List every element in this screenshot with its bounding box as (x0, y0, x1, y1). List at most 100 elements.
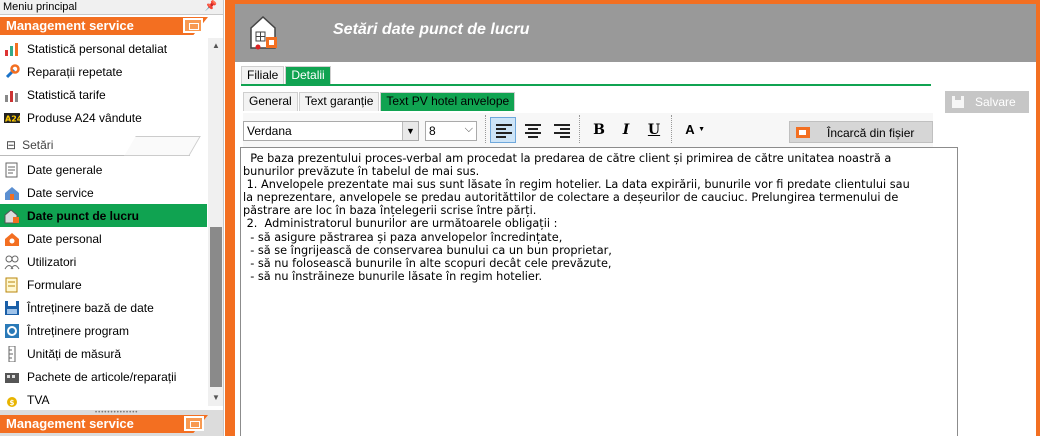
editor-line: - să nu folosească bunurile în alte scop… (243, 256, 612, 270)
page-title: Setări date punct de lucru (333, 21, 530, 38)
nav-item-produse-a24[interactable]: A24 Produse A24 vândute (0, 106, 207, 129)
nav-item-label: Statistică tarife (27, 87, 106, 102)
database-icon (4, 300, 20, 316)
editor-line: 2. Administratorul bunurilor are următoa… (243, 217, 558, 231)
nav-item-formulare[interactable]: Formulare (0, 273, 207, 296)
align-center-icon (525, 124, 541, 138)
main-area: Setări date punct de lucru Filiale Detal… (225, 0, 1040, 436)
italic-icon: I (622, 122, 630, 138)
pin-icon[interactable]: 📌 (205, 0, 217, 14)
tariff-chart-icon (4, 87, 20, 103)
collapse-icon: ⊟ (6, 138, 17, 152)
a24-icon: A24 (4, 110, 23, 126)
font-size-value: 8 (429, 124, 436, 138)
text-editor[interactable]: Pe baza prezentului proces-verbal am pro… (240, 147, 958, 436)
toolbar-separator (671, 115, 673, 143)
editor-line: - să nu înstrăineze bunurile lăsate în r… (243, 269, 543, 283)
nav-item-label: TVA (27, 392, 50, 407)
group-header-management-service-bottom[interactable]: Management service (0, 413, 223, 435)
load-from-file-label: Încarcă din fișier (827, 126, 915, 140)
tabs-level1: Filiale Detalii (241, 66, 332, 84)
save-button[interactable]: Salvare (945, 91, 1029, 113)
general-data-icon (4, 162, 20, 178)
tab-general[interactable]: General (243, 92, 298, 111)
group-title: Management service (6, 18, 134, 33)
nav-item-reparatii-repetate[interactable]: Reparații repetate (0, 60, 207, 83)
tab-detalii[interactable]: Detalii (285, 66, 331, 84)
forms-icon (4, 277, 20, 293)
group-title: Management service (6, 416, 134, 431)
font-size-select[interactable]: 8 ⌵ (425, 121, 477, 141)
nav-item-tva[interactable]: $ TVA (0, 388, 207, 411)
nav-item-label: Date service (27, 185, 94, 200)
tab-filiale[interactable]: Filiale (241, 66, 285, 84)
management-list: Statistică personal detaliat Reparații r… (0, 37, 207, 129)
nav-item-label: Statistică personal detaliat (27, 41, 168, 56)
nav-item-date-generale[interactable]: Date generale (0, 158, 207, 181)
bold-button[interactable]: B (586, 117, 612, 143)
settings-section: ⊟ Setări (0, 134, 207, 156)
italic-button[interactable]: I (613, 117, 639, 143)
scroll-up-icon[interactable]: ▲ (208, 38, 223, 54)
align-left-button[interactable] (490, 117, 516, 143)
service-data-icon (4, 185, 20, 201)
editor-line: 1. Anvelopele prezentate mai sus sunt lă… (243, 178, 910, 192)
vat-icon: $ (4, 392, 20, 408)
editor-line: la neprezentare, anvelopele se predau au… (243, 191, 899, 205)
chevron-down-icon[interactable]: ▼ (402, 122, 418, 140)
settings-list: Date generale Date service Date punct de… (0, 158, 207, 411)
chevron-down-icon: ▼ (698, 126, 705, 133)
nav-item-date-punct-de-lucru[interactable]: Date punct de lucru (0, 204, 207, 227)
font-family-value: Verdana (247, 124, 292, 138)
nav-item-pachete[interactable]: Pachete de articole/reparații (0, 365, 207, 388)
tab-text-pv-hotel-anvelope[interactable]: Text PV hotel anvelope (380, 92, 516, 111)
packages-icon (4, 369, 20, 385)
nav-item-utilizatori[interactable]: Utilizatori (0, 250, 207, 273)
section-header-setari[interactable]: ⊟ Setări (0, 134, 207, 156)
nav-item-label: Formulare (27, 277, 82, 292)
repair-icon (4, 63, 20, 80)
nav-scrollbar[interactable]: ▲ ▼ (208, 38, 223, 406)
page-header: Setări date punct de lucru (235, 4, 1036, 62)
nav-item-unitati-masura[interactable]: Unități de măsură (0, 342, 207, 365)
nav-item-date-personal[interactable]: Date personal (0, 227, 207, 250)
underline-button[interactable]: U (641, 117, 667, 143)
scroll-thumb[interactable] (210, 227, 222, 387)
nav-item-label: Date generale (27, 162, 103, 177)
load-from-file-button[interactable]: Încarcă din fișier (789, 121, 933, 143)
settings-panel: Setări date punct de lucru Filiale Detal… (235, 4, 1036, 436)
nav-item-intretinere-baza-date[interactable]: Întreținere bază de date (0, 296, 207, 319)
editor-line: păstrare are loc în baza înțelegerii scr… (243, 204, 537, 218)
tab-text-garantie[interactable]: Text garanție (298, 92, 380, 111)
workpoint-icon (249, 14, 279, 52)
scroll-down-icon[interactable]: ▼ (208, 390, 223, 406)
nav-item-statistica-tarife[interactable]: Statistică tarife (0, 83, 207, 106)
save-button-label: Salvare (975, 95, 1016, 109)
nav-item-label: Reparații repetate (27, 64, 123, 79)
font-color-button[interactable]: A ▼ (677, 117, 709, 143)
people-chart-icon (4, 41, 20, 57)
users-icon (4, 254, 20, 270)
nav-item-label: Unități de măsură (27, 346, 122, 361)
management-service-icon (183, 18, 203, 33)
align-center-button[interactable] (519, 117, 545, 143)
toolbar-separator (485, 115, 487, 143)
nav-bottom-area: •••••••••••••• Management service (0, 410, 223, 436)
nav-item-date-service[interactable]: Date service (0, 181, 207, 204)
font-family-select[interactable]: Verdana ▼ (243, 121, 419, 141)
main-menu-panel: Meniu principal 📌 Management service Sta… (0, 0, 224, 436)
group-header-management-service[interactable]: Management service (0, 15, 223, 37)
nav-item-statistica-personal[interactable]: Statistică personal detaliat (0, 37, 207, 60)
chevron-down-icon[interactable]: ⌵ (465, 123, 473, 136)
svg-text:A24: A24 (5, 114, 20, 123)
nav-item-intretinere-program[interactable]: Întreținere program (0, 319, 207, 342)
save-icon (952, 96, 964, 108)
editor-line: - să se îngrijească de conservarea bunul… (243, 243, 612, 257)
ruler-icon (4, 345, 20, 362)
tabs-level2: General Text garanție Text PV hotel anve… (243, 92, 516, 111)
align-right-button[interactable] (548, 117, 574, 143)
tab-underline (241, 84, 931, 86)
management-service-icon (184, 416, 204, 431)
editor-line: - să asigure păstrarea și paza anvelopel… (243, 230, 563, 244)
nav-item-label: Întreținere program (27, 323, 130, 338)
